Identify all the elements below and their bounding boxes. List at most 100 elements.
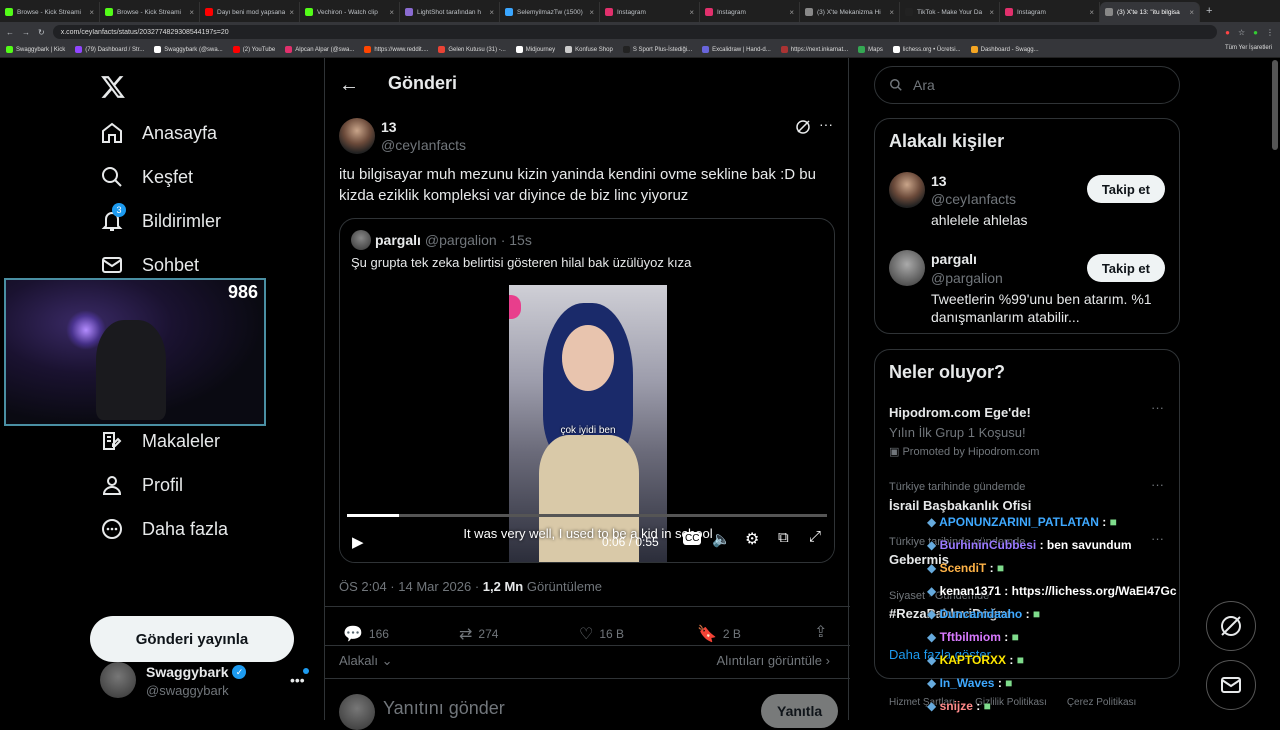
browser-tab[interactable]: (3) X'te Mekanizma Hi × (800, 2, 900, 22)
bookmark-item[interactable]: Alpcan Alpar (@swa... (285, 46, 354, 53)
chat-username[interactable]: ScendiT (940, 561, 987, 575)
chat-username[interactable]: Duncanidaaho (940, 607, 1023, 621)
close-tab-icon[interactable]: × (1089, 8, 1094, 17)
close-tab-icon[interactable]: × (1189, 8, 1194, 17)
browser-tab[interactable]: LightShot tarafından h × (400, 2, 500, 22)
grok-floating-button[interactable] (1206, 601, 1256, 651)
bookmark-item[interactable]: Swaggybark | Kick (6, 46, 65, 53)
browser-tab[interactable]: Dayı beni mod yapsana × (200, 2, 300, 22)
back-arrow-icon[interactable]: ← (339, 74, 359, 97)
follow-button[interactable]: Takip et (1086, 175, 1165, 203)
nav-more[interactable]: Daha fazla (100, 517, 228, 541)
reload-icon[interactable]: ↻ (38, 28, 45, 37)
footer-link[interactable]: Çerez Politikası (1067, 697, 1136, 708)
like-action[interactable]: ♡ 16 B (579, 624, 624, 644)
bookmark-item[interactable]: Konfuse Shop (565, 46, 613, 53)
quoted-post[interactable]: pargalı @pargalion · 15s Şu grupta tek z… (339, 218, 835, 563)
messages-floating-button[interactable] (1206, 660, 1256, 710)
video-player[interactable]: çok iyidi ben It was very well, I used t… (340, 282, 834, 562)
more-dots-icon[interactable]: ··· (1151, 531, 1164, 546)
author-name[interactable]: 13 (381, 119, 397, 135)
reply-input[interactable]: Yanıtını gönder (383, 698, 505, 719)
reply-action[interactable]: 💬 166 (343, 624, 389, 644)
view-quotes-link[interactable]: Alıntıları görüntüle › (717, 653, 830, 668)
bookmark-item[interactable]: https://www.reddit.... (364, 46, 428, 53)
bookmark-item[interactable]: Maps (858, 46, 883, 53)
browser-tab[interactable]: (3) X'te 13: "itu bilgisa × (1100, 2, 1200, 22)
follow-button[interactable]: Takip et (1086, 254, 1165, 282)
close-tab-icon[interactable]: × (489, 8, 494, 17)
extensions-icon[interactable]: ● (1225, 28, 1230, 37)
person-avatar[interactable] (889, 250, 925, 286)
more-dots-icon[interactable]: ••• (290, 672, 305, 688)
close-tab-icon[interactable]: × (89, 8, 94, 17)
author-avatar[interactable] (339, 118, 375, 154)
chat-username[interactable]: Tftbilmiom (940, 630, 1001, 644)
browser-tab[interactable]: Browse - Kick Streami × (100, 2, 200, 22)
nav-articles[interactable]: Makaleler (100, 429, 220, 453)
x-logo-icon[interactable] (100, 74, 126, 105)
browser-tab[interactable]: Instagram × (1000, 2, 1100, 22)
close-tab-icon[interactable]: × (889, 8, 894, 17)
bookmark-item[interactable]: (79) Dashboard / Str... (75, 46, 144, 53)
browser-tab[interactable]: Vechiron - Watch clip × (300, 2, 400, 22)
menu-icon[interactable]: ⋮ (1266, 28, 1274, 37)
bookmark-item[interactable]: lichess.org • Ücretsi... (892, 46, 961, 53)
address-bar[interactable]: x.com/ceyIanfacts/status/203277482930854… (52, 25, 1218, 39)
new-tab-icon[interactable]: + (1206, 5, 1212, 17)
chat-username[interactable]: snijze (940, 699, 973, 713)
close-tab-icon[interactable]: × (989, 8, 994, 17)
promo-title[interactable]: Hipodrom.com Ege'de! (889, 405, 1031, 420)
close-tab-icon[interactable]: × (289, 8, 294, 17)
settings-gear-icon[interactable]: ⚙ (745, 529, 759, 549)
repost-action[interactable]: ⇄ 274 (459, 624, 498, 644)
browser-tab[interactable]: TikTok - Make Your Da × (900, 2, 1000, 22)
close-tab-icon[interactable]: × (389, 8, 394, 17)
profile-icon[interactable]: ● (1253, 28, 1258, 37)
bookmark-item[interactable]: https://next.inkarnat... (780, 46, 848, 53)
bookmark-star-icon[interactable]: ☆ (1238, 28, 1245, 37)
bookmark-item[interactable]: Excalidraw | Hand-d... (702, 46, 771, 53)
chat-username[interactable]: BurhininCubbesi (940, 538, 1037, 552)
scrollbar-thumb[interactable] (1272, 60, 1278, 150)
video-progress-track[interactable] (347, 514, 827, 517)
post-timestamp[interactable]: ÖS 2:04 · 14 Mar 2026 · (339, 579, 483, 594)
grok-icon[interactable] (795, 119, 811, 140)
search-box[interactable]: Ara (874, 66, 1180, 104)
person-avatar[interactable] (889, 172, 925, 208)
nav-profile[interactable]: Profil (100, 473, 183, 497)
cc-icon[interactable]: CC (683, 532, 702, 545)
bookmark-item[interactable]: Midjourney (515, 46, 555, 53)
nav-notifications[interactable]: 3 Bildirimler (100, 203, 221, 233)
bookmark-item[interactable]: Swaggybark (@swa... (154, 46, 223, 53)
forward-icon[interactable]: → (22, 28, 30, 37)
close-tab-icon[interactable]: × (789, 8, 794, 17)
volume-icon[interactable]: 🔈 (712, 530, 731, 548)
account-switcher[interactable]: Swaggybark ✓ @swaggybark ••• (100, 662, 309, 702)
reply-button[interactable]: Yanıtla (761, 694, 839, 728)
browser-tab[interactable]: Instagram × (700, 2, 800, 22)
bookmark-item[interactable]: (2) YouTube (232, 46, 275, 53)
more-dots-icon[interactable]: ··· (1151, 477, 1164, 492)
fullscreen-icon[interactable]: ⤢ (809, 528, 821, 545)
person-name[interactable]: 13 (931, 173, 947, 189)
share-icon[interactable]: ⇪ (814, 622, 827, 642)
all-bookmarks[interactable]: Tüm Yer İşaretleri (1225, 45, 1272, 51)
more-dots-icon[interactable]: ··· (1151, 400, 1164, 415)
browser-tab[interactable]: Browse - Kick Streami × (0, 2, 100, 22)
bookmark-action[interactable]: 🔖 2 B (697, 624, 741, 644)
play-icon[interactable]: ▶ (352, 533, 364, 551)
picture-in-picture-icon[interactable]: ⧉ (778, 529, 789, 546)
nav-messages[interactable]: Sohbet (100, 253, 199, 277)
post-button[interactable]: Gönderi yayınla (90, 616, 294, 662)
back-icon[interactable]: ← (6, 28, 14, 37)
nav-explore[interactable]: Keşfet (100, 165, 193, 189)
browser-tab[interactable]: SelemyilmazTw (1500) × (500, 2, 600, 22)
chat-username[interactable]: In_Waves (940, 676, 995, 690)
nav-home[interactable]: Anasayfa (100, 121, 217, 145)
bookmark-item[interactable]: Dashboard - Swagg... (970, 46, 1039, 53)
chat-username[interactable]: kenan1371 (940, 584, 1001, 598)
author-handle[interactable]: @ceyIanfacts (381, 137, 466, 153)
bookmark-item[interactable]: S Sport Plus-İstediği... (622, 46, 692, 53)
close-tab-icon[interactable]: × (189, 8, 194, 17)
